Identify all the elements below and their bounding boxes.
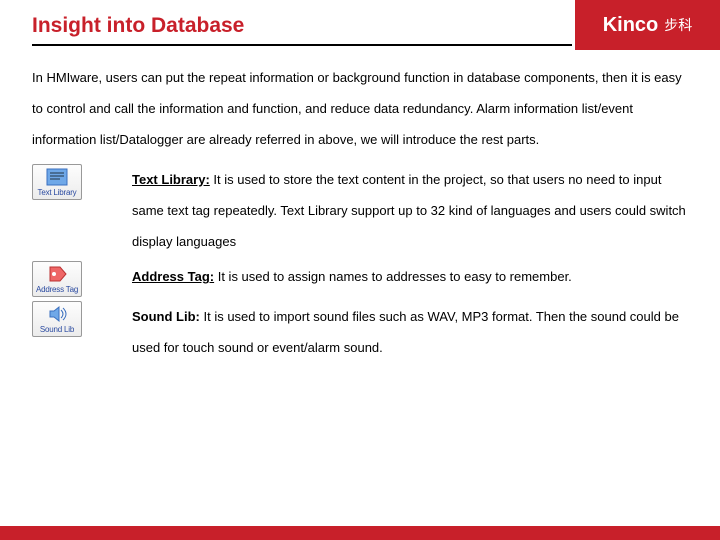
database-items: Text Library Text Library: It is used to… [0, 156, 720, 364]
icon-label: Sound Lib [33, 324, 81, 334]
brand-text: Kinco [603, 14, 659, 37]
item-lead: Sound Lib: [132, 309, 200, 324]
item-sound-lib: Sound Lib Sound Lib: It is used to impor… [32, 301, 688, 363]
item-lead: Address Tag: [132, 269, 214, 284]
icon-label: Address Tag [33, 284, 81, 294]
item-text: Address Tag: It is used to assign names … [132, 261, 688, 292]
icon-label: Text Library [33, 187, 81, 197]
brand-cn: 步科 [664, 15, 692, 35]
item-text: Sound Lib: It is used to import sound fi… [132, 301, 688, 363]
intro-paragraph: In HMIware, users can put the repeat inf… [0, 46, 720, 156]
item-body: It is used to import sound files such as… [132, 309, 679, 355]
item-text: Text Library: It is used to store the te… [132, 164, 688, 258]
item-body: It is used to store the text content in … [132, 172, 686, 249]
item-lead: Text Library: [132, 172, 210, 187]
address-tag-icon: Address Tag [32, 261, 82, 297]
sound-lib-icon: Sound Lib [32, 301, 82, 337]
brand-logo: Kinco 步科 [575, 0, 720, 50]
footer-band [0, 526, 720, 540]
text-library-icon: Text Library [32, 164, 82, 200]
item-body: It is used to assign names to addresses … [214, 269, 572, 284]
item-text-library: Text Library Text Library: It is used to… [32, 164, 688, 258]
item-address-tag: Address Tag Address Tag: It is used to a… [32, 261, 688, 297]
